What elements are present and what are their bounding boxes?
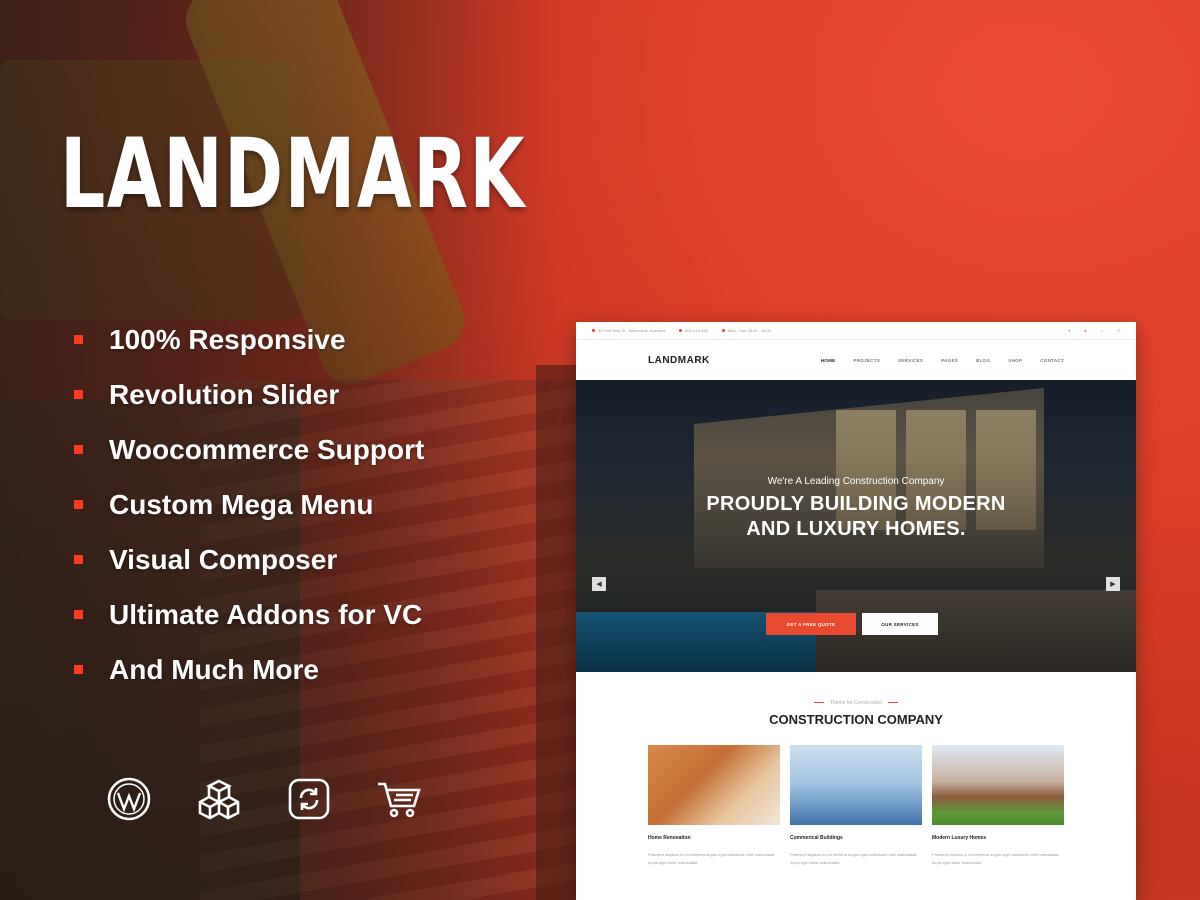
topbar-phone: 800-123-456 <box>679 328 708 333</box>
section-kicker: Theme for Construction <box>576 700 1136 706</box>
service-card[interactable]: Commerical Buildings Praesent dapibus is… <box>790 745 922 867</box>
bullet-icon <box>74 390 83 399</box>
card-image[interactable] <box>790 745 922 825</box>
feature-item: Visual Composer <box>74 532 424 587</box>
feature-item: Custom Mega Menu <box>74 477 424 532</box>
card-image[interactable] <box>932 745 1064 825</box>
menu-item-services[interactable]: SERVICES <box>898 358 923 363</box>
card-image[interactable] <box>648 745 780 825</box>
mockup-topbar: 35 First Way St - Melbourne, Australia 8… <box>576 322 1136 340</box>
hero-buttons: GET A FREE QUOTE OUR SERVICES <box>766 613 938 635</box>
card-title[interactable]: Modern Luxury Homes <box>932 835 1064 841</box>
chevron-down-icon[interactable]: ▾ <box>1068 328 1070 333</box>
bullet-icon <box>74 610 83 619</box>
bullet-icon <box>74 555 83 564</box>
card-title[interactable]: Home Renovation <box>648 835 780 841</box>
feature-item: Revolution Slider <box>74 367 424 422</box>
bullet-icon <box>74 335 83 344</box>
menu-item-home[interactable]: HOME <box>821 358 836 363</box>
mockup-logo[interactable]: LANDMARK <box>648 355 710 366</box>
slider-prev-icon[interactable]: ◀ <box>592 577 606 591</box>
feature-item: Ultimate Addons for VC <box>74 587 424 642</box>
brand-title: LANDMARK <box>60 118 526 230</box>
search-icon[interactable]: ⚲ <box>1117 328 1120 333</box>
hero-subtitle: We're A Leading Construction Company <box>767 476 945 487</box>
user-icon[interactable]: ○ <box>1101 328 1103 333</box>
bullet-icon <box>74 445 83 454</box>
mockup-nav: LANDMARK HOME PROJECTS SERVICES PAGES BL… <box>576 340 1136 380</box>
our-services-button[interactable]: OUR SERVICES <box>862 613 938 635</box>
website-mockup: 35 First Way St - Melbourne, Australia 8… <box>576 322 1136 900</box>
cube-stack-icon <box>196 776 242 822</box>
feature-icons <box>106 776 422 822</box>
service-card[interactable]: Home Renovation Praesent dapibus is not … <box>648 745 780 867</box>
hero-title: PROUDLY BUILDING MODERN AND LUXURY HOMES… <box>706 493 1006 540</box>
section-title: CONSTRUCTION COMPANY <box>769 712 943 727</box>
topbar-address: 35 First Way St - Melbourne, Australia <box>592 328 665 333</box>
cart-icon[interactable]: ● <box>1084 328 1086 333</box>
mockup-menu: HOME PROJECTS SERVICES PAGES BLOG SHOP C… <box>821 358 1064 363</box>
menu-item-contact[interactable]: CONTACT <box>1040 358 1064 363</box>
wordpress-icon <box>106 776 152 822</box>
feature-item: 100% Responsive <box>74 312 424 367</box>
menu-item-shop[interactable]: SHOP <box>1008 358 1022 363</box>
card-title[interactable]: Commerical Buildings <box>790 835 922 841</box>
cart-icon <box>376 776 422 822</box>
topbar-hours: Mon - Sun 08:00 - 18:00 <box>721 328 771 333</box>
card-description: Praesent dapibus is not eleifend augue e… <box>790 852 917 865</box>
topbar-icons: ▾ ● ○ ⚲ <box>1068 328 1120 333</box>
menu-item-blog[interactable]: BLOG <box>976 358 990 363</box>
feature-list: 100% Responsive Revolution Slider Woocom… <box>74 312 424 697</box>
menu-item-pages[interactable]: PAGES <box>941 358 958 363</box>
feature-item: Woocommerce Support <box>74 422 424 477</box>
bullet-icon <box>74 500 83 509</box>
mockup-hero: We're A Leading Construction Company PRO… <box>576 380 1136 672</box>
refresh-icon <box>286 776 332 822</box>
card-description: Praesent dapibus is not eleifend augue e… <box>932 852 1059 865</box>
menu-item-projects[interactable]: PROJECTS <box>853 358 880 363</box>
free-quote-button[interactable]: GET A FREE QUOTE <box>766 613 856 635</box>
card-description: Praesent dapibus is not eleifend augue e… <box>648 852 775 865</box>
slider-next-icon[interactable]: ▶ <box>1106 577 1120 591</box>
service-card[interactable]: Modern Luxury Homes Praesent dapibus is … <box>932 745 1064 867</box>
service-cards: Home Renovation Praesent dapibus is not … <box>576 727 1136 867</box>
mockup-shadow-panel <box>536 365 581 900</box>
feature-item: And Much More <box>74 642 424 697</box>
bullet-icon <box>74 665 83 674</box>
